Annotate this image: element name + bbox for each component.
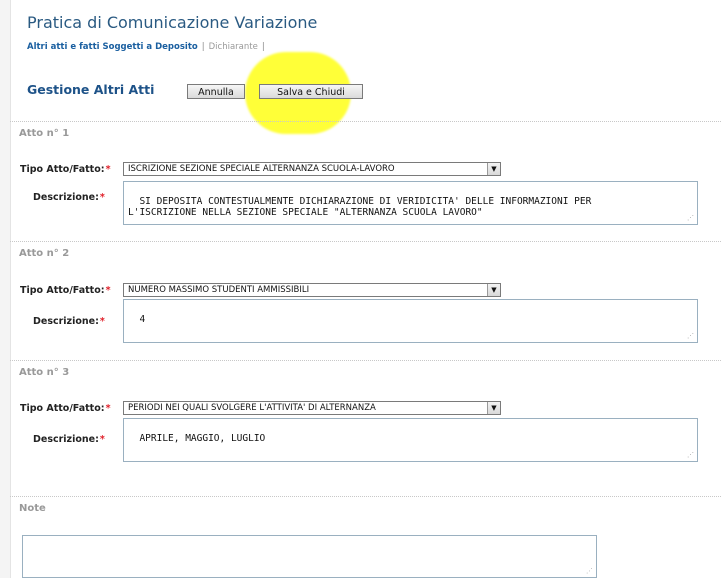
tipo-select-value: NUMERO MASSIMO STUDENTI AMMISSIBILI <box>128 285 310 295</box>
required-marker: * <box>105 285 111 296</box>
descrizione-value: SI DEPOSITA CONTESTUALMENTE DICHIARAZION… <box>128 196 592 218</box>
divider <box>10 121 721 122</box>
page-title: Pratica di Comunicazione Variazione <box>27 13 318 32</box>
descrizione-textarea-2[interactable]: 4 ⋰ <box>123 299 698 343</box>
tipo-select-value: ISCRIZIONE SEZIONE SPECIALE ALTERNANZA S… <box>128 164 395 174</box>
tipo-label-text: Tipo Atto/Fatto: <box>20 285 105 296</box>
descrizione-label-text: Descrizione: <box>33 316 99 327</box>
required-marker: * <box>105 164 111 175</box>
resize-grip-icon[interactable]: ⋰ <box>586 567 594 575</box>
tipo-select-2[interactable]: NUMERO MASSIMO STUDENTI AMMISSIBILI ▼ <box>123 283 501 297</box>
breadcrumb-separator: | <box>261 42 265 52</box>
save-and-close-button[interactable]: Salva e Chiudi <box>259 84 363 99</box>
divider <box>10 241 721 242</box>
resize-grip-icon[interactable]: ⋰ <box>687 332 695 340</box>
chevron-down-icon[interactable]: ▼ <box>487 163 500 175</box>
tipo-label-1: Tipo Atto/Fatto:* <box>20 164 111 175</box>
required-marker: * <box>99 434 105 445</box>
descrizione-label-text: Descrizione: <box>33 434 99 445</box>
required-marker: * <box>99 192 105 203</box>
note-title: Note <box>19 503 46 514</box>
note-textarea[interactable]: ⋰ <box>22 535 597 578</box>
descrizione-label-3: Descrizione:* <box>33 434 105 445</box>
resize-grip-icon[interactable]: ⋰ <box>687 214 695 222</box>
descrizione-value: 4 <box>139 314 146 325</box>
chevron-down-icon[interactable]: ▼ <box>487 402 500 414</box>
descrizione-label-1: Descrizione:* <box>33 192 105 203</box>
breadcrumb: Altri atti e fatti Soggetti a Deposito | D… <box>27 42 269 52</box>
chevron-down-icon[interactable]: ▼ <box>487 284 500 296</box>
divider <box>10 360 721 361</box>
descrizione-label-2: Descrizione:* <box>33 316 105 327</box>
breadcrumb-item-dichiarante[interactable]: Dichiarante <box>209 42 258 52</box>
divider <box>10 496 721 497</box>
tipo-select-value: PERIODI NEI QUALI SVOLGERE L'ATTIVITA' D… <box>128 403 376 413</box>
tipo-select-1[interactable]: ISCRIZIONE SEZIONE SPECIALE ALTERNANZA S… <box>123 162 501 176</box>
act-1-title: Atto n° 1 <box>19 128 70 139</box>
descrizione-textarea-1[interactable]: SI DEPOSITA CONTESTUALMENTE DICHIARAZION… <box>123 181 698 225</box>
tipo-label-2: Tipo Atto/Fatto:* <box>20 285 111 296</box>
tipo-label-3: Tipo Atto/Fatto:* <box>20 403 111 414</box>
descrizione-value: APRILE, MAGGIO, LUGLIO <box>139 433 266 444</box>
breadcrumb-separator: | <box>201 42 205 52</box>
tipo-label-text: Tipo Atto/Fatto: <box>20 403 105 414</box>
breadcrumb-link-altri-atti[interactable]: Altri atti e fatti Soggetti a Deposito <box>27 42 198 52</box>
act-3-title: Atto n° 3 <box>19 367 70 378</box>
tipo-select-3[interactable]: PERIODI NEI QUALI SVOLGERE L'ATTIVITA' D… <box>123 401 501 415</box>
section-title: Gestione Altri Atti <box>27 82 155 97</box>
act-2-title: Atto n° 2 <box>19 248 70 259</box>
descrizione-label-text: Descrizione: <box>33 192 99 203</box>
required-marker: * <box>99 316 105 327</box>
descrizione-textarea-3[interactable]: APRILE, MAGGIO, LUGLIO ⋰ <box>123 418 698 462</box>
resize-grip-icon[interactable]: ⋰ <box>687 451 695 459</box>
required-marker: * <box>105 403 111 414</box>
cancel-button[interactable]: Annulla <box>187 84 245 99</box>
tipo-label-text: Tipo Atto/Fatto: <box>20 164 105 175</box>
